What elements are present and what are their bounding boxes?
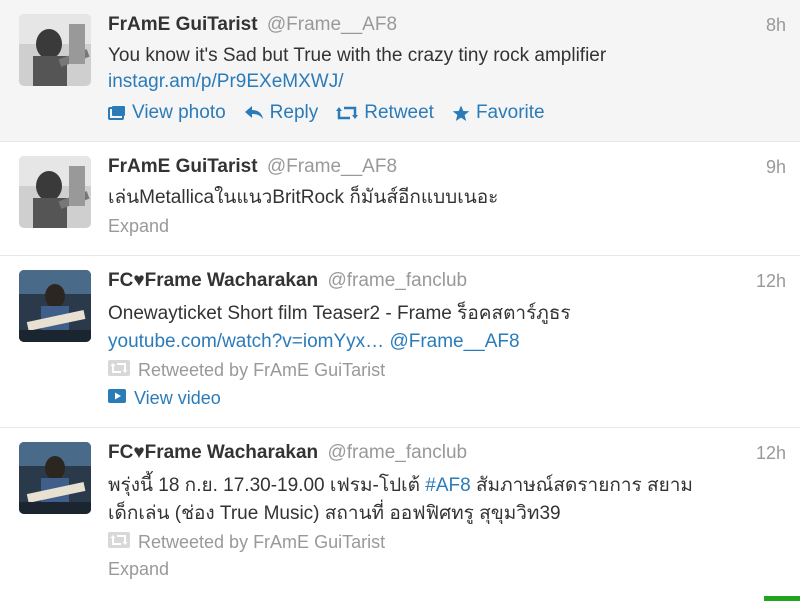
tweet-item[interactable]: FC♥Frame Wacharakan @frame_fanclub 12h O… [0,256,800,428]
user-handle[interactable]: @frame_fanclub [327,270,467,291]
avatar[interactable] [19,442,91,514]
favorite-button[interactable]: Favorite [452,102,545,124]
video-icon [108,388,126,409]
hashtag-link[interactable]: #AF8 [425,475,470,496]
retweeted-by-text[interactable]: Retweeted by FrAmE GuiTarist [138,360,385,381]
mention-link[interactable]: @Frame__AF8 [389,331,519,352]
view-photo-label: View photo [132,102,226,123]
timestamp[interactable]: 12h [756,443,786,464]
tweet-header: FC♥Frame Wacharakan @frame_fanclub [108,270,467,292]
tweet-text-part2: สัมภาษณ์สดรายการ สยาม [475,475,693,496]
user-handle[interactable]: @Frame__AF8 [267,156,397,177]
reply-label: Reply [269,102,319,123]
user-handle[interactable]: @frame_fanclub [327,442,467,463]
retweet-icon [108,360,130,381]
tweet-link[interactable]: instagr.am/p/Pr9EXeMXWJ/ [108,68,343,96]
avatar[interactable] [19,14,91,86]
view-photo-button[interactable]: View photo [108,102,226,124]
timeline: FrAmE GuiTarist @Frame__AF8 8h You know … [0,0,800,601]
reply-icon [244,105,264,121]
retweeted-by-text[interactable]: Retweeted by FrAmE GuiTarist [138,532,385,553]
reply-button[interactable]: Reply [244,102,319,124]
tweet-text: Onewayticket Short film Teaser2 - Frame … [108,303,571,324]
view-video-button[interactable]: View video [108,388,221,409]
user-name[interactable]: FC♥Frame Wacharakan [108,270,318,291]
star-icon [452,105,470,122]
avatar[interactable] [19,270,91,342]
tweet-item[interactable]: FrAmE GuiTarist @Frame__AF8 9h เล่นMetal… [0,142,800,256]
retweet-button[interactable]: Retweet [336,102,434,124]
expand-link[interactable]: Expand [108,216,169,237]
user-handle[interactable]: @Frame__AF8 [267,14,397,35]
user-name[interactable]: FrAmE GuiTarist [108,156,258,177]
user-name[interactable]: FC♥Frame Wacharakan [108,442,318,463]
tweet-text: You know it's Sad but True with the craz… [108,45,607,66]
retweet-icon [336,105,359,121]
tweet-link[interactable]: youtube.com/watch?v=iomYyx… [108,331,384,352]
tweet-item[interactable]: FrAmE GuiTarist @Frame__AF8 8h You know … [0,0,800,142]
tweet-text-line2: เด็กเล่น (ช่อง True Music) สถานที่ ออฟฟิ… [108,503,561,524]
tweet-text: เล่นMetallicaในแนวBritRock ก็มันส์อีกแบบ… [108,187,499,208]
tweet-link-line: youtube.com/watch?v=iomYyx… @Frame__AF8 [108,328,520,356]
expand-link[interactable]: Expand [108,559,169,580]
tweet-header: FrAmE GuiTarist @Frame__AF8 [108,156,397,178]
timestamp[interactable]: 12h [756,271,786,292]
tweet-header: FrAmE GuiTarist @Frame__AF8 [108,14,397,36]
avatar[interactable] [19,156,91,228]
user-name[interactable]: FrAmE GuiTarist [108,14,258,35]
tweet-header: FC♥Frame Wacharakan @frame_fanclub [108,442,467,464]
tweet-text: พรุ่งนี้ 18 ก.ย. 17.30-19.00 เฟรม-โปเต้ … [108,472,693,500]
tweet-item[interactable]: FC♥Frame Wacharakan @frame_fanclub 12h พ… [0,428,800,601]
retweet-context: Retweeted by FrAmE GuiTarist [108,360,385,381]
favorite-label: Favorite [475,102,545,123]
tweet-actions: View photo Reply Retweet Favorite [108,102,545,124]
tweet-text-part1: พรุ่งนี้ 18 ก.ย. 17.30-19.00 เฟรม-โปเต้ [108,475,420,496]
photo-icon [108,105,126,121]
timestamp[interactable]: 9h [766,157,786,178]
retweet-context: Retweeted by FrAmE GuiTarist [108,532,385,553]
view-video-label: View video [134,388,221,408]
timestamp[interactable]: 8h [766,15,786,36]
retweet-label: Retweet [364,102,434,123]
corner-accent [764,596,800,601]
retweet-icon [108,532,130,553]
